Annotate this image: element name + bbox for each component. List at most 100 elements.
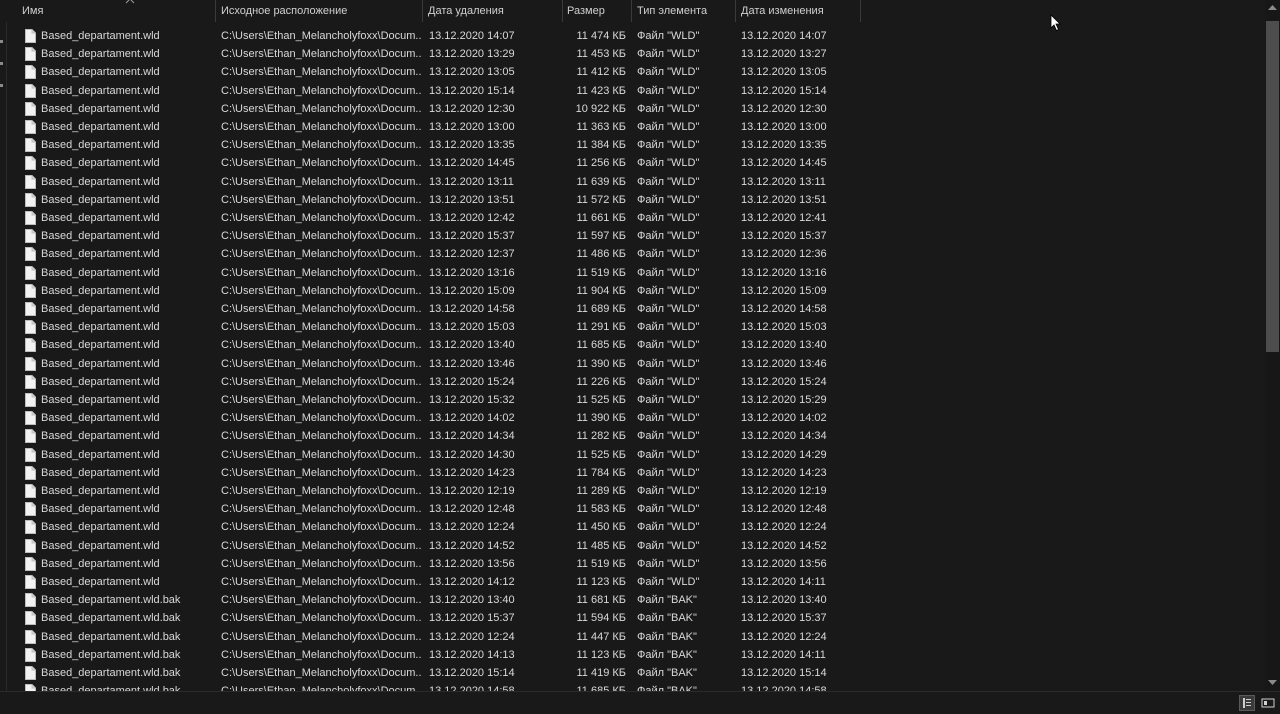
original-location: C:\Users\Ethan_Melancholyfoxx\Docum... [221,375,421,388]
table-row[interactable]: Based_departament.wld C:\Users\Ethan_Mela… [6,82,861,100]
file-size: 11 226 КБ [576,375,626,388]
date-modified: 13.12.2020 12:24 [741,630,827,643]
file-icon [25,302,36,316]
table-row[interactable]: Based_departament.wld C:\Users\Ethan_Mela… [6,264,861,282]
table-row[interactable]: Based_departament.wld C:\Users\Ethan_Mela… [6,355,861,373]
tiles-view-button[interactable] [1260,695,1276,711]
original-location: C:\Users\Ethan_Melancholyfoxx\Docum... [221,394,421,406]
table-row[interactable]: Based_departament.wld C:\Users\Ethan_Mela… [6,100,861,118]
table-row[interactable]: Based_departament.wld C:\Users\Ethan_Mela… [6,446,861,464]
file-name: Based_departament.wld [41,102,160,115]
details-view-icon [1240,698,1254,713]
file-size: 11 390 КБ [576,412,626,425]
nav-marker [0,84,3,87]
item-type: Файл "WLD" [637,503,700,516]
scroll-up-arrow-icon[interactable] [1268,4,1277,12]
item-type: Файл "WLD" [637,230,700,243]
item-type: Файл "WLD" [637,576,700,588]
column-header-location[interactable]: Исходное расположение [215,0,423,22]
file-size: 11 681 КБ [576,594,626,607]
table-row[interactable]: Based_departament.wld.bak C:\Users\Ethan_… [6,646,861,664]
file-size: 11 904 КБ [576,284,626,297]
scroll-down-arrow-icon[interactable] [1268,680,1277,688]
item-type: Файл "WLD" [637,30,700,42]
column-header-location-label: Исходное расположение [221,5,348,17]
vertical-scrollbar[interactable] [1265,0,1280,691]
column-header-bar: Имя Исходное расположение Дата удаления … [6,0,861,22]
table-row[interactable]: Based_departament.wld C:\Users\Ethan_Mela… [6,336,861,354]
original-location: C:\Users\Ethan_Melancholyfoxx\Docum... [221,66,421,79]
table-row[interactable]: Based_departament.wld.bak C:\Users\Ethan_… [6,664,861,682]
table-row[interactable]: Based_departament.wld C:\Users\Ethan_Mela… [6,63,861,81]
date-deleted: 13.12.2020 15:14 [429,84,515,97]
table-row[interactable]: Based_departament.wld C:\Users\Ethan_Mela… [6,209,861,227]
file-icon [25,502,36,517]
column-header-type[interactable]: Тип элемента [631,0,736,22]
table-row[interactable]: Based_departament.wld.bak C:\Users\Ethan_… [6,591,861,609]
table-row[interactable]: Based_departament.wld C:\Users\Ethan_Mela… [6,518,861,536]
table-row[interactable]: Based_departament.wld C:\Users\Ethan_Mela… [6,45,861,63]
table-row[interactable]: Based_departament.wld.bak C:\Users\Ethan_… [6,682,861,691]
table-row[interactable]: Based_departament.wld C:\Users\Ethan_Mela… [6,555,861,573]
item-type: Файл "WLD" [637,175,700,188]
table-row[interactable]: Based_departament.wld C:\Users\Ethan_Mela… [6,373,861,391]
file-name: Based_departament.wld [41,466,160,479]
table-row[interactable]: Based_departament.wld C:\Users\Ethan_Mela… [6,464,861,482]
item-type: Файл "WLD" [637,375,700,388]
column-header-modified[interactable]: Дата изменения [735,0,861,22]
file-icon [25,666,36,680]
table-row[interactable]: Based_departament.wld C:\Users\Ethan_Mela… [6,191,861,209]
date-deleted: 13.12.2020 12:24 [429,521,515,534]
date-deleted: 13.12.2020 15:32 [429,394,515,406]
table-row[interactable]: Based_departament.wld C:\Users\Ethan_Mela… [6,573,861,591]
table-row[interactable]: Based_departament.wld C:\Users\Ethan_Mela… [6,27,861,45]
original-location: C:\Users\Ethan_Melancholyfoxx\Docum... [221,682,421,691]
table-row[interactable]: Based_departament.wld C:\Users\Ethan_Mela… [6,118,861,136]
item-type: Файл "WLD" [637,557,700,570]
table-row[interactable]: Based_departament.wld C:\Users\Ethan_Mela… [6,227,861,245]
date-modified: 13.12.2020 14:11 [741,576,826,588]
file-icon [25,556,36,571]
table-row[interactable]: Based_departament.wld.bak C:\Users\Ethan_… [6,628,861,646]
file-name: Based_departament.wld [41,576,160,588]
file-name: Based_departament.wld [41,557,160,570]
column-header-type-label: Тип элемента [637,5,708,17]
table-row[interactable]: Based_departament.wld C:\Users\Ethan_Mela… [6,173,861,191]
table-row[interactable]: Based_departament.wld C:\Users\Ethan_Mela… [6,318,861,336]
item-type: Файл "WLD" [637,357,700,370]
table-row[interactable]: Based_departament.wld C:\Users\Ethan_Mela… [6,245,861,263]
table-row[interactable]: Based_departament.wld C:\Users\Ethan_Mela… [6,136,861,154]
table-row[interactable]: Based_departament.wld C:\Users\Ethan_Mela… [6,409,861,427]
table-row[interactable]: Based_departament.wld C:\Users\Ethan_Mela… [6,537,861,555]
item-type: Файл "WLD" [637,430,700,443]
file-name: Based_departament.wld [41,230,160,243]
table-row[interactable]: Based_departament.wld C:\Users\Ethan_Mela… [6,391,861,409]
table-row[interactable]: Based_departament.wld C:\Users\Ethan_Mela… [6,300,861,318]
table-row[interactable]: Based_departament.wld.bak C:\Users\Ethan_… [6,609,861,627]
column-header-deleted[interactable]: Дата удаления [422,0,563,22]
file-size: 11 447 КБ [576,630,626,643]
file-icon [25,520,36,535]
file-icon [25,575,36,589]
file-name: Based_departament.wld [41,412,160,425]
item-type: Файл "WLD" [637,539,700,552]
date-deleted: 13.12.2020 13:11 [429,175,514,188]
table-row[interactable]: Based_departament.wld C:\Users\Ethan_Mela… [6,282,861,300]
table-row[interactable]: Based_departament.wld C:\Users\Ethan_Mela… [6,154,861,172]
file-icon [25,174,36,189]
table-row[interactable]: Based_departament.wld C:\Users\Ethan_Mela… [6,500,861,518]
column-header-size[interactable]: Размер [561,0,632,22]
column-header-name[interactable]: Имя [16,0,216,22]
file-icon [25,247,36,262]
table-row[interactable]: Based_departament.wld C:\Users\Ethan_Mela… [6,482,861,500]
details-view-button[interactable] [1239,695,1255,711]
file-name: Based_departament.wld [41,66,160,79]
file-name: Based_departament.wld [41,284,160,297]
table-row[interactable]: Based_departament.wld C:\Users\Ethan_Mela… [6,427,861,445]
mouse-cursor-icon [1050,14,1062,32]
date-modified: 13.12.2020 15:29 [741,394,827,406]
date-modified: 13.12.2020 13:40 [741,594,827,607]
scrollbar-thumb[interactable] [1266,21,1279,352]
file-name: Based_departament.wld [41,175,160,188]
file-size: 11 291 КБ [576,321,626,334]
